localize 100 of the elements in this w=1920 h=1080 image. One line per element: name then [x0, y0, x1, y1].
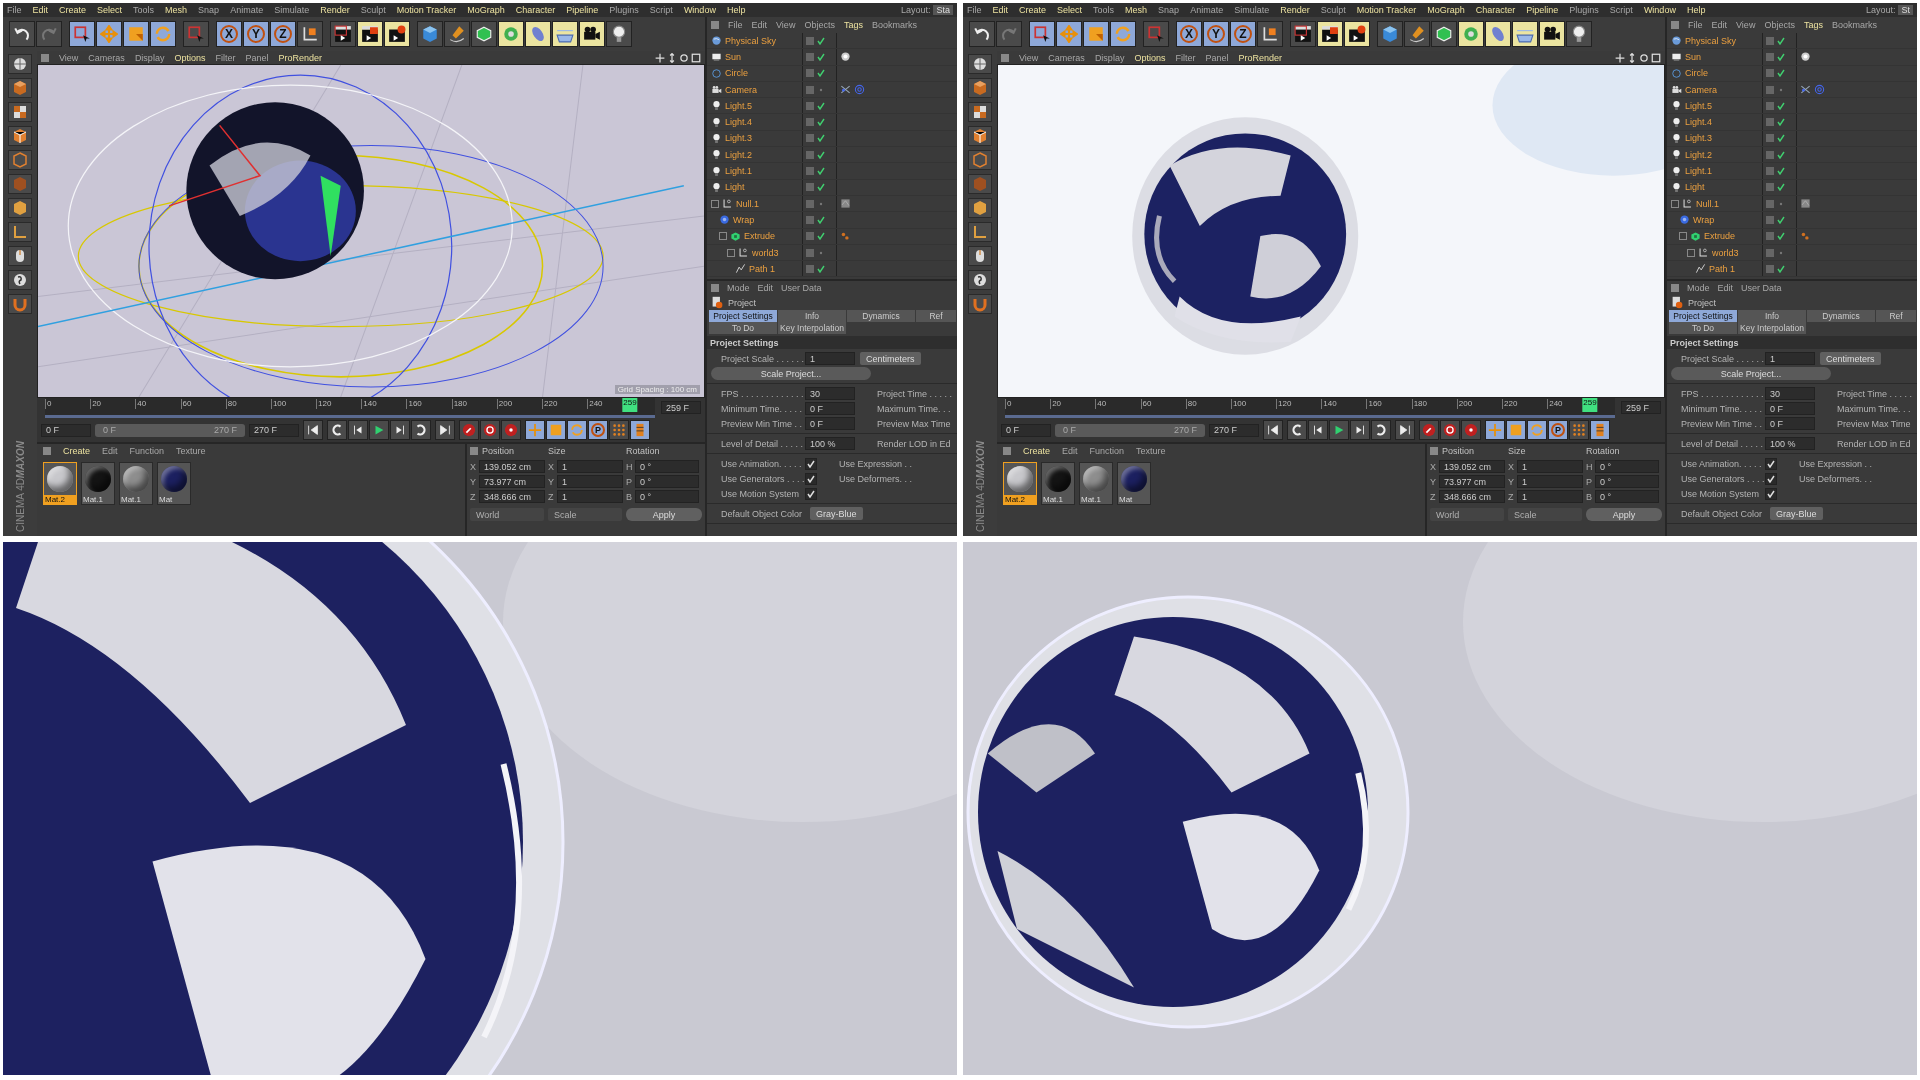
tool-button[interactable]: [8, 246, 32, 266]
point-level-button[interactable]: [609, 420, 629, 440]
menu-item[interactable]: View: [776, 20, 796, 30]
menu-item[interactable]: Mesh: [1125, 5, 1148, 15]
size-field[interactable]: 1: [1517, 460, 1583, 473]
menu-item[interactable]: Edit: [32, 5, 49, 15]
menu-item[interactable]: Select: [97, 5, 123, 15]
menu-item[interactable]: Cameras: [88, 52, 125, 63]
menu-item[interactable]: Create: [1023, 446, 1050, 456]
checkmark-icon[interactable]: [817, 69, 825, 78]
menu-item[interactable]: Mode: [1687, 283, 1710, 293]
object-name[interactable]: Light: [725, 182, 745, 193]
deformer-button[interactable]: [525, 21, 551, 47]
menu-item[interactable]: User Data: [781, 283, 822, 293]
grip-icon[interactable]: [1430, 447, 1438, 455]
grip-icon[interactable]: [41, 53, 49, 62]
menu-item[interactable]: ProRender: [1238, 52, 1282, 63]
rotation-field[interactable]: 0 °: [635, 475, 699, 488]
layer-swatch[interactable]: [1766, 183, 1774, 192]
menu-item[interactable]: File: [7, 5, 22, 15]
move-tool-button[interactable]: [96, 21, 122, 47]
tool-button[interactable]: [8, 270, 32, 290]
render-settings-button[interactable]: [384, 21, 410, 47]
timeline-button[interactable]: [630, 420, 650, 440]
scale-tool-button[interactable]: [123, 21, 149, 47]
menu-item[interactable]: Pipeline: [566, 5, 599, 15]
pen-button[interactable]: [444, 21, 470, 47]
number-field[interactable]: 0 F: [1765, 417, 1815, 430]
grip-icon[interactable]: [1671, 284, 1679, 292]
unit-dropdown[interactable]: Centimeters: [860, 352, 921, 365]
grip-icon[interactable]: [1003, 447, 1011, 455]
go-to-start-button[interactable]: [303, 420, 323, 440]
menu-item[interactable]: Snap: [1158, 5, 1180, 15]
light-button[interactable]: [1566, 21, 1592, 47]
menu-item[interactable]: Filter: [1175, 52, 1196, 63]
checkmark-icon[interactable]: [1777, 69, 1785, 78]
menu-item[interactable]: Animate: [230, 5, 264, 15]
key-parameter-button[interactable]: P: [1548, 420, 1568, 440]
menu-item[interactable]: Window: [683, 5, 716, 15]
menu-item[interactable]: Character: [515, 5, 556, 15]
menu-item[interactable]: Bookmarks: [1831, 20, 1877, 30]
render-view-button[interactable]: [1290, 21, 1316, 47]
camera-button[interactable]: [579, 21, 605, 47]
menu-item[interactable]: Simulate: [1234, 5, 1270, 15]
redo-button[interactable]: [996, 21, 1022, 47]
select-tool-button[interactable]: [69, 21, 95, 47]
menu-item[interactable]: Cameras: [1048, 52, 1085, 63]
layout-dropdown[interactable]: Sta: [933, 5, 953, 15]
material-swatch[interactable]: Mat.1: [81, 462, 115, 505]
layer-swatch[interactable]: [806, 264, 814, 273]
tool-button[interactable]: [968, 102, 992, 122]
menu-item[interactable]: Render: [320, 5, 350, 15]
layer-swatch[interactable]: [1766, 52, 1774, 61]
object-name[interactable]: Sun: [725, 51, 741, 62]
grip-icon[interactable]: [1001, 53, 1009, 62]
menu-item[interactable]: Texture: [1136, 446, 1166, 456]
layer-swatch[interactable]: [1766, 248, 1774, 257]
record-button[interactable]: [1419, 420, 1439, 440]
floor-button[interactable]: [1512, 21, 1538, 47]
autokey-button[interactable]: [480, 420, 500, 440]
layer-swatch[interactable]: [1766, 199, 1774, 208]
position-field[interactable]: 73.977 cm: [1439, 475, 1505, 488]
layer-swatch[interactable]: [1766, 85, 1774, 94]
tool-button[interactable]: [8, 198, 32, 218]
checkmark-icon[interactable]: [817, 215, 825, 224]
layer-swatch[interactable]: [806, 183, 814, 192]
checkmark-icon[interactable]: [1777, 101, 1785, 110]
menu-item[interactable]: Script: [1609, 5, 1633, 15]
menu-item[interactable]: Tags: [843, 20, 863, 30]
undo-button[interactable]: [9, 21, 35, 47]
layer-swatch[interactable]: [1766, 264, 1774, 273]
tool-button[interactable]: [968, 198, 992, 218]
axis-lock-button[interactable]: Y: [1203, 21, 1229, 47]
tool-button[interactable]: [968, 126, 992, 146]
checkmark-icon[interactable]: [817, 232, 825, 241]
number-field[interactable]: 30: [805, 387, 855, 400]
menu-item[interactable]: Tools: [133, 5, 155, 15]
checkmark-icon[interactable]: [817, 183, 825, 192]
object-name[interactable]: Wrap: [733, 214, 755, 225]
tool-button[interactable]: [8, 54, 32, 74]
position-field[interactable]: 348.666 cm: [1439, 490, 1505, 503]
menu-item[interactable]: Create: [63, 446, 90, 456]
timeline-ruler[interactable]: 0 20 40 60 80 100 120 140 160 180 200 220 240 259: [45, 398, 655, 418]
menu-item[interactable]: Edit: [757, 283, 774, 293]
number-field[interactable]: 0 F: [805, 402, 855, 415]
checkbox[interactable]: [805, 457, 817, 470]
tool-button[interactable]: [8, 102, 32, 122]
number-field[interactable]: 0 F: [1765, 402, 1815, 415]
menu-item[interactable]: Edit: [1711, 20, 1728, 30]
current-frame-field[interactable]: 259 F: [1621, 401, 1661, 414]
tool-button[interactable]: [968, 294, 992, 314]
menu-item[interactable]: Display: [1094, 52, 1125, 63]
key-rotation-button[interactable]: [1527, 420, 1547, 440]
menu-item[interactable]: Texture: [176, 446, 206, 456]
end-frame-field[interactable]: 270 F: [249, 423, 299, 437]
go-to-start-button[interactable]: [1263, 420, 1283, 440]
menu-item[interactable]: View: [59, 52, 79, 63]
object-name[interactable]: Camera: [725, 84, 757, 95]
loop-back-button[interactable]: [1287, 420, 1307, 440]
cube-button[interactable]: [417, 21, 443, 47]
